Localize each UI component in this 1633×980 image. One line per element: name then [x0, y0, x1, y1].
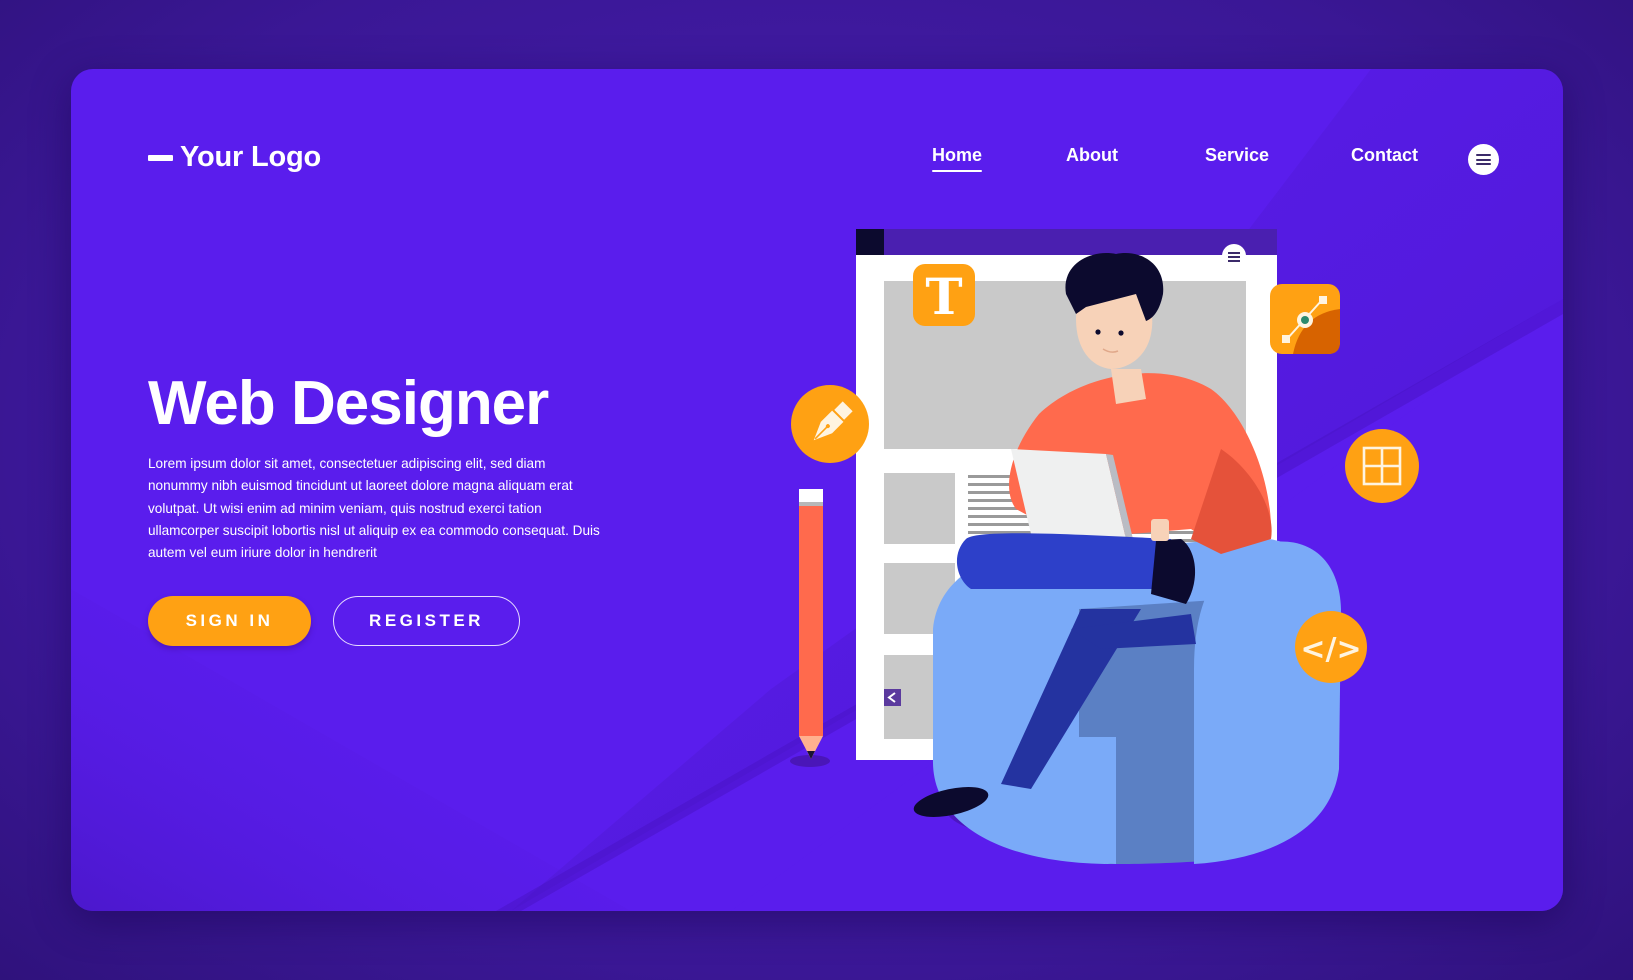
- pen-tool-icon: [791, 385, 869, 463]
- bezier-node-icon: [1270, 284, 1340, 354]
- svg-text:</>: </>: [1300, 632, 1361, 667]
- mockup-prev-arrow-icon: [884, 689, 901, 706]
- landing-page-card: Your Logo Home About Service Contact Web…: [71, 69, 1563, 911]
- mockup-menu-icon: [1228, 252, 1240, 262]
- svg-text:T: T: [925, 267, 962, 326]
- mockup-thumb: [884, 473, 955, 544]
- text-tool-icon: T: [913, 264, 975, 326]
- pencil-illustration: [790, 489, 830, 767]
- web-designer-illustration: T </>: [790, 229, 1419, 864]
- grid-layout-icon: [1345, 429, 1419, 503]
- code-brackets-icon: </>: [1295, 611, 1367, 683]
